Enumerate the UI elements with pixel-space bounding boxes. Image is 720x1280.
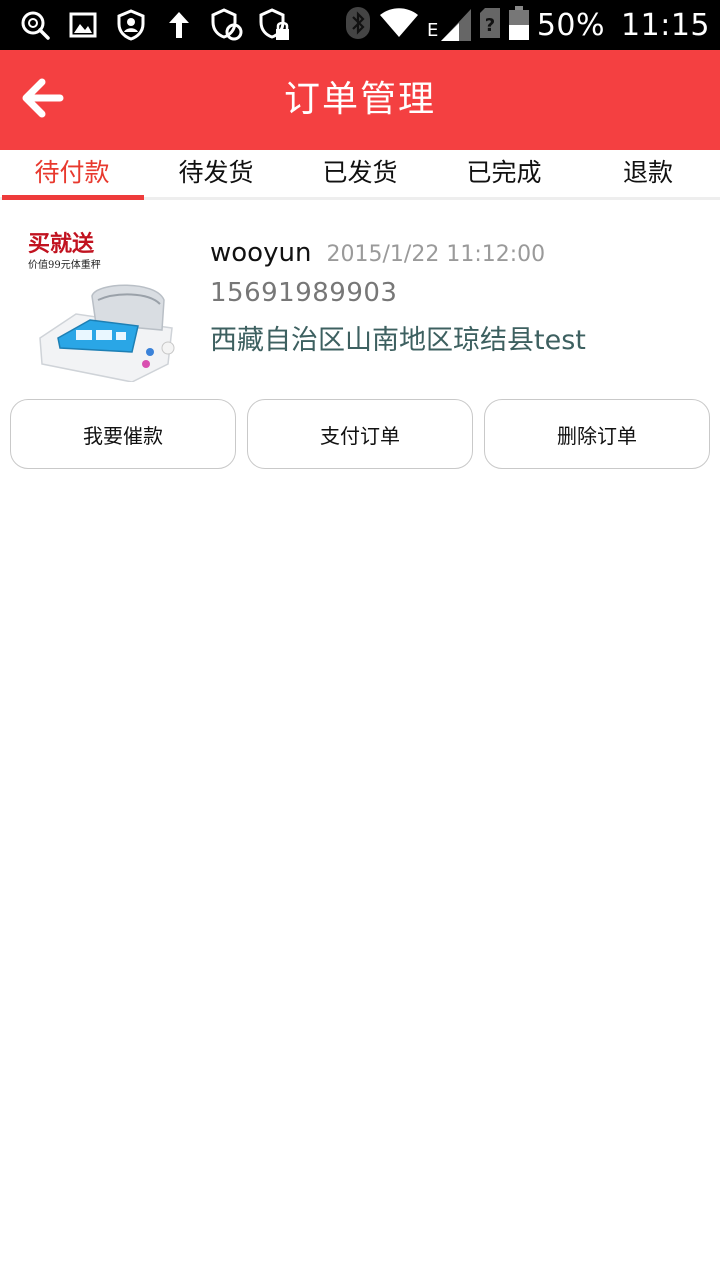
urge-payment-button[interactable]: 我要催款 (10, 399, 236, 469)
blood-pressure-monitor-illustration (39, 284, 175, 382)
account-shield-icon (114, 8, 148, 42)
battery-percent: 50% (536, 7, 606, 43)
order-username: wooyun (210, 238, 312, 268)
tab-pending-payment[interactable]: 待付款 (0, 150, 144, 200)
tab-shipped[interactable]: 已发货 (288, 150, 432, 197)
network-type: E (426, 20, 439, 41)
order-address: 西藏自治区山南地区琼结县test (210, 325, 586, 356)
order-info: wooyun 2015/1/22 11:12:00 15691989903 西藏… (210, 238, 586, 357)
tab-completed[interactable]: 已完成 (432, 150, 576, 197)
shield-sync-icon (210, 8, 244, 42)
status-bar: E ? 50% 11:15 (0, 0, 720, 50)
sim-unknown-icon: ? (479, 7, 501, 43)
bluetooth-icon (345, 6, 371, 44)
wifi-icon (379, 7, 419, 43)
clock: 11:15 (621, 7, 710, 43)
promo-subtitle: 价值99元体重秤 (28, 260, 101, 271)
order-status-tabs: 待付款 待发货 已发货 已完成 退款 (0, 150, 720, 200)
tab-refund[interactable]: 退款 (576, 150, 720, 197)
battery-icon (508, 6, 529, 44)
page-title: 订单管理 (283, 79, 436, 120)
order-actions: 我要催款 支付订单 删除订单 (10, 399, 710, 469)
search-icon (18, 8, 52, 42)
image-icon (66, 8, 100, 42)
tab-pending-shipment[interactable]: 待发货 (144, 150, 288, 197)
signal-icon: E (427, 9, 471, 41)
product-image[interactable]: 买就送 价值99元体重秤 (22, 222, 182, 382)
order-phone: 15691989903 (210, 278, 398, 308)
pay-order-button[interactable]: 支付订单 (247, 399, 473, 469)
app-header: 订单管理 (0, 50, 720, 150)
order-time: 2015/1/22 11:12:00 (326, 242, 546, 267)
upload-icon (162, 8, 196, 42)
delete-order-button[interactable]: 删除订单 (484, 399, 710, 469)
svg-text:?: ? (485, 15, 495, 36)
promo-title: 买就送 (28, 231, 95, 257)
shield-lock-icon (258, 8, 292, 42)
